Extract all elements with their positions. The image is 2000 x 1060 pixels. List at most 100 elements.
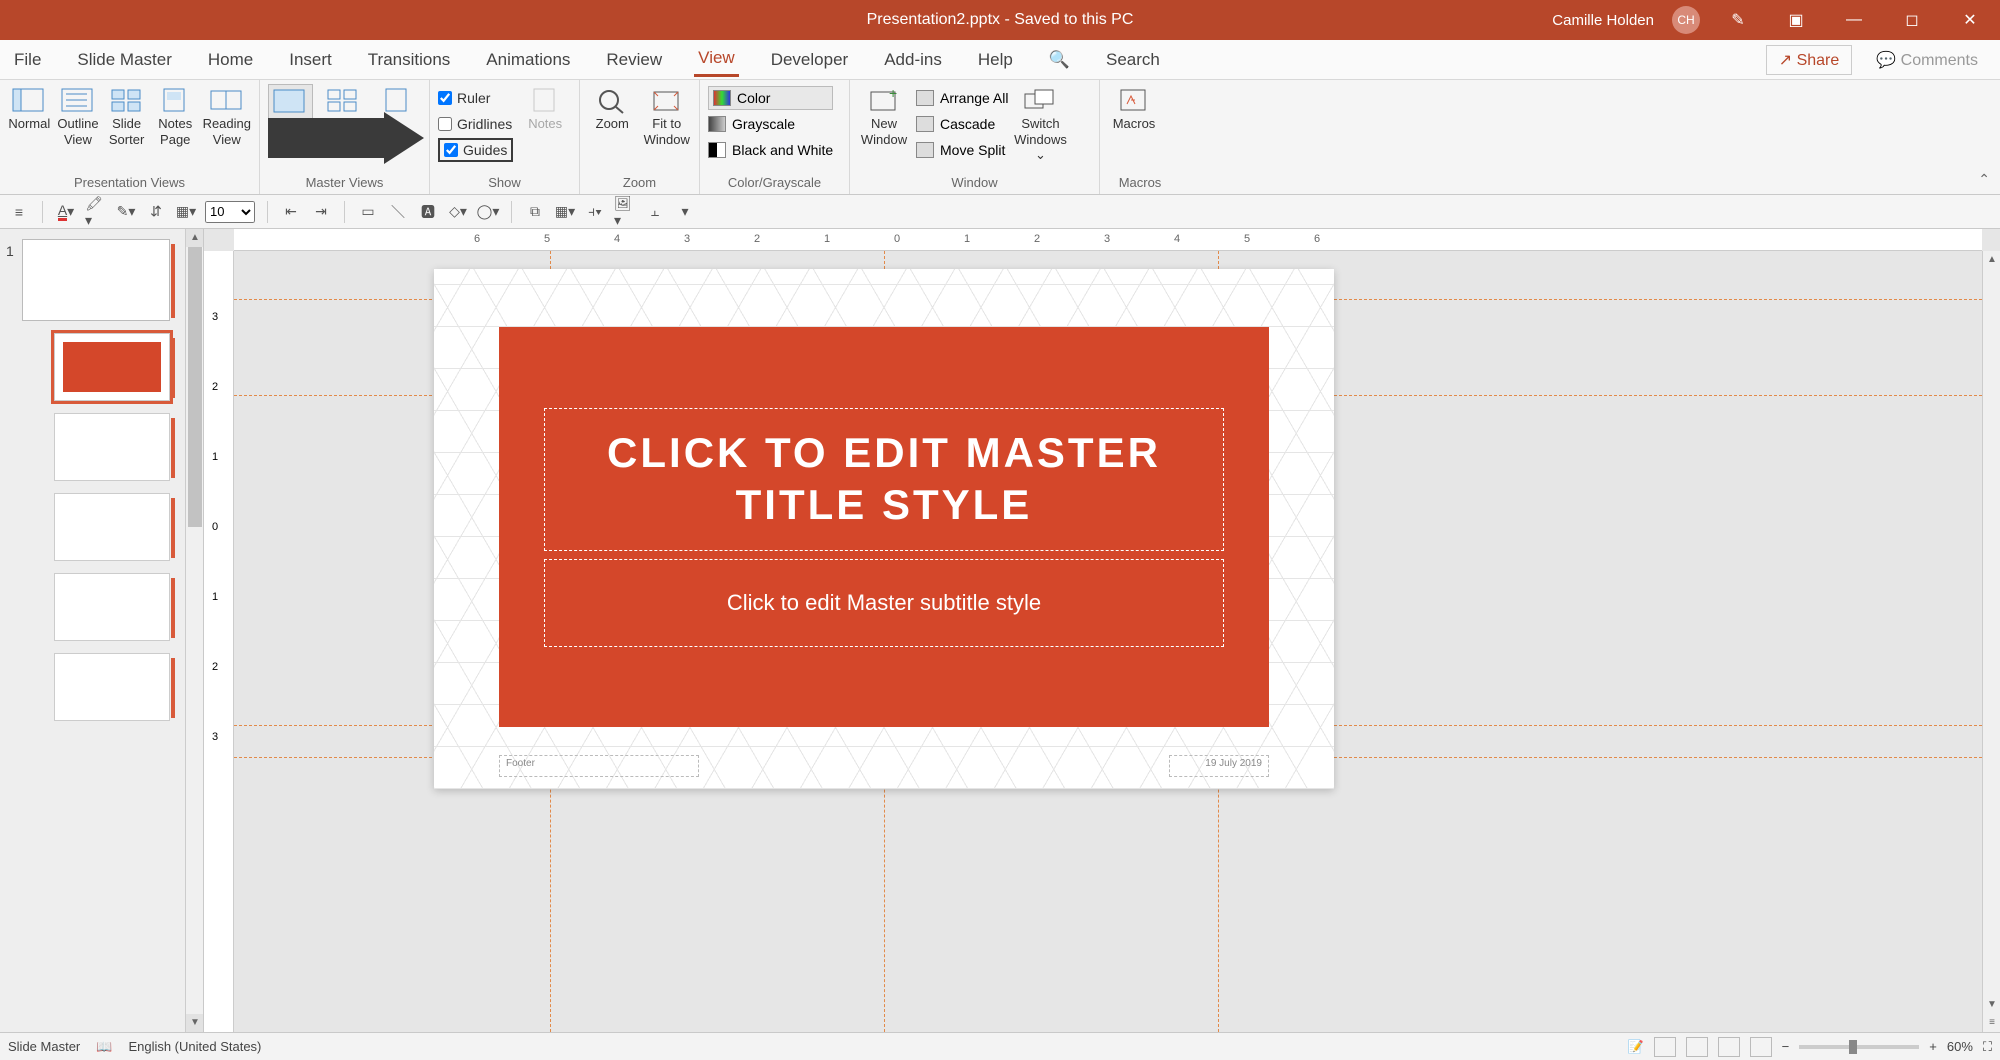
gridlines-checkbox[interactable]: Gridlines xyxy=(438,112,513,136)
scroll-down-icon[interactable]: ▼ xyxy=(1983,996,2000,1014)
tab-search[interactable]: Search xyxy=(1102,44,1164,76)
tab-addins[interactable]: Add-ins xyxy=(880,44,946,76)
date-placeholder[interactable]: 19 July 2019 xyxy=(1169,755,1269,777)
shape-outline-icon[interactable]: ✎▾ xyxy=(115,201,137,223)
zoom-in-button[interactable]: + xyxy=(1929,1039,1937,1054)
ribbon-panel-view: Normal Outline View Slide Sorter Notes P… xyxy=(0,80,2000,195)
status-language[interactable]: English (United States) xyxy=(128,1039,261,1054)
bw-button[interactable]: Black and White xyxy=(708,138,833,162)
outline-view-button[interactable]: Outline View xyxy=(57,84,100,147)
grayscale-button[interactable]: Grayscale xyxy=(708,112,833,136)
slideshow-view-icon[interactable] xyxy=(1750,1037,1772,1057)
crop-icon[interactable]: ⧉ xyxy=(524,201,546,223)
shapes-icon[interactable]: ◇▾ xyxy=(447,201,469,223)
scroll-thumb[interactable] xyxy=(188,247,202,527)
font-color-icon[interactable]: A▾ xyxy=(55,201,77,223)
thumbnail-scrollbar[interactable]: ▲ ▼ xyxy=(185,229,203,1032)
zoom-button[interactable]: Zoom xyxy=(588,84,637,132)
zoom-level[interactable]: 60% xyxy=(1947,1039,1973,1054)
layout-thumbnail-5[interactable] xyxy=(54,653,170,721)
move-split-button[interactable]: Move Split xyxy=(916,138,1008,162)
sorter-view-icon[interactable] xyxy=(1686,1037,1708,1057)
avatar[interactable]: CH xyxy=(1672,6,1700,34)
tab-developer[interactable]: Developer xyxy=(767,44,853,76)
notes-toggle-icon[interactable]: 📝 xyxy=(1627,1039,1643,1055)
horizontal-ruler[interactable]: 6 5 4 3 2 1 0 1 2 3 4 5 6 xyxy=(234,229,1982,251)
layout-thumbnail-2[interactable] xyxy=(54,413,170,481)
tab-home[interactable]: Home xyxy=(204,44,257,76)
align-icon[interactable]: ⫞▾ xyxy=(584,201,606,223)
scroll-split-icon[interactable]: ≡ xyxy=(1983,1014,2000,1032)
close-button[interactable]: ✕ xyxy=(1950,10,1990,30)
normal-view-icon[interactable] xyxy=(1654,1037,1676,1057)
tab-file[interactable]: File xyxy=(10,44,45,76)
font-size-select[interactable]: 10 xyxy=(205,201,255,223)
guides-checkbox[interactable]: Guides xyxy=(438,138,513,162)
new-window-button[interactable]: +New Window xyxy=(858,84,910,147)
reading-view-button[interactable]: Reading View xyxy=(203,84,251,147)
master-title-placeholder[interactable]: Click to edit Master title style xyxy=(544,408,1224,551)
fit-to-window-icon[interactable]: ⛶ xyxy=(1983,1039,1992,1055)
tab-insert[interactable]: Insert xyxy=(285,44,336,76)
line-icon[interactable]: ＼ xyxy=(387,201,409,223)
vertical-ruler[interactable]: 3 2 1 0 1 2 3 xyxy=(204,251,234,1032)
macros-button[interactable]: Macros xyxy=(1108,84,1160,132)
scroll-up-icon[interactable]: ▲ xyxy=(1983,251,2000,269)
editor-scrollbar[interactable]: ▲ ▼ ≡ xyxy=(1982,251,2000,1032)
more-commands-icon[interactable]: ▾ xyxy=(674,201,696,223)
picture-icon[interactable]: 🖼▾ xyxy=(614,201,636,223)
tab-transitions[interactable]: Transitions xyxy=(364,44,455,76)
tab-review[interactable]: Review xyxy=(602,44,666,76)
increase-indent-icon[interactable]: ⇥ xyxy=(310,201,332,223)
oval-icon[interactable]: ◯▾ xyxy=(477,201,499,223)
textbox-icon[interactable]: 🅰 xyxy=(417,201,439,223)
master-subtitle-placeholder[interactable]: Click to edit Master subtitle style xyxy=(544,559,1224,647)
search-icon[interactable]: 🔍 xyxy=(1045,44,1074,76)
normal-view-button[interactable]: Normal xyxy=(8,84,51,132)
table-icon[interactable]: ▦▾ xyxy=(554,201,576,223)
maximize-button[interactable]: ◻ xyxy=(1892,10,1932,30)
master-thumbnail[interactable] xyxy=(22,239,170,321)
slide-editor: 6 5 4 3 2 1 0 1 2 3 4 5 6 3 2 1 0 1 2 3 xyxy=(204,229,2000,1032)
zoom-slider[interactable] xyxy=(1799,1045,1919,1049)
ribbon-display-icon[interactable]: ▣ xyxy=(1776,10,1816,30)
tab-slide-master[interactable]: Slide Master xyxy=(73,44,175,76)
group-label-macros: Macros xyxy=(1108,173,1172,194)
scroll-down-icon[interactable]: ▼ xyxy=(186,1014,204,1032)
footer-placeholder[interactable]: Footer xyxy=(499,755,699,777)
cascade-button[interactable]: Cascade xyxy=(916,112,1008,136)
minimize-button[interactable]: — xyxy=(1834,11,1874,29)
spellcheck-icon[interactable]: 📖 xyxy=(96,1039,112,1055)
rectangle-icon[interactable]: ▭ xyxy=(357,201,379,223)
scroll-up-icon[interactable]: ▲ xyxy=(186,229,204,247)
fit-to-window-button[interactable]: Fit to Window xyxy=(643,84,692,147)
notes-master-button[interactable] xyxy=(373,84,421,116)
layout-thumbnail-1[interactable] xyxy=(54,333,170,401)
switch-windows-button[interactable]: Switch Windows ⌄ xyxy=(1014,84,1066,163)
arrange-all-button[interactable]: Arrange All xyxy=(916,86,1008,110)
distribute-icon[interactable]: ⫠ xyxy=(644,201,666,223)
tab-animations[interactable]: Animations xyxy=(482,44,574,76)
slide-sorter-button[interactable]: Slide Sorter xyxy=(105,84,148,147)
collapse-ribbon-icon[interactable]: ⌃ xyxy=(1978,171,1990,188)
notes-page-button[interactable]: Notes Page xyxy=(154,84,197,147)
slide-canvas[interactable]: Click to edit Master title style Click t… xyxy=(434,269,1334,789)
layout-thumbnail-3[interactable] xyxy=(54,493,170,561)
pen-icon[interactable]: ✎ xyxy=(1718,10,1758,30)
arrange-icon[interactable]: ▦▾ xyxy=(175,201,197,223)
color-button[interactable]: Color xyxy=(708,86,833,110)
handout-master-button[interactable] xyxy=(319,84,367,116)
align-left-icon[interactable]: ≡ xyxy=(8,201,30,223)
highlight-icon[interactable]: 🖍▾ xyxy=(85,201,107,223)
slide-master-button[interactable] xyxy=(268,84,313,144)
tab-view[interactable]: View xyxy=(694,42,739,77)
sort-icon[interactable]: ⇵ xyxy=(145,201,167,223)
tab-help[interactable]: Help xyxy=(974,44,1017,76)
comments-button[interactable]: 💬 Comments xyxy=(1864,46,1990,74)
ruler-checkbox[interactable]: Ruler xyxy=(438,86,513,110)
layout-thumbnail-4[interactable] xyxy=(54,573,170,641)
reading-view-icon[interactable] xyxy=(1718,1037,1740,1057)
decrease-indent-icon[interactable]: ⇤ xyxy=(280,201,302,223)
share-button[interactable]: ↗ Share xyxy=(1766,45,1853,75)
zoom-out-button[interactable]: − xyxy=(1782,1039,1790,1054)
